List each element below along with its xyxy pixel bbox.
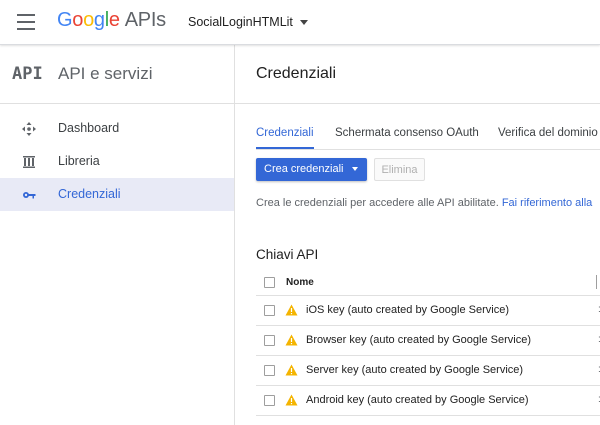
warning-icon [285,304,298,316]
create-credentials-label: Crea credenziali [264,163,344,175]
column-header-name: Nome [286,277,314,288]
sidebar-item-label: Credenziali [58,187,121,201]
logo-letter: o [72,9,84,31]
row-checkbox[interactable] [264,305,275,316]
description-text: Crea le credenziali per accedere alle AP… [256,197,499,209]
reference-link[interactable]: Fai riferimento alla [502,197,592,209]
logo-letter: g [93,9,105,31]
active-tab-indicator [256,147,314,149]
sidebar-item-label: Dashboard [58,121,120,135]
tab-oauth-consent[interactable]: Schermata consenso OAuth [335,127,479,139]
api-keys-table: Nome iOS key (auto created by Google Ser… [256,269,600,416]
google-apis-logo[interactable]: Google APIs [57,9,166,32]
warning-icon [285,334,298,346]
api-key-name[interactable]: Android key (auto created by Google Serv… [306,394,529,406]
delete-button[interactable]: Elimina [374,158,425,181]
select-all-checkbox[interactable] [264,277,275,288]
api-key-name[interactable]: Browser key (auto created by Google Serv… [306,334,531,346]
top-bar: Google APIs SocialLoginHTMLit [0,0,600,45]
logo-letter: e [108,9,120,31]
sidebar-item-library[interactable]: Libreria [0,145,234,178]
tab-credentials[interactable]: Credenziali [256,127,314,139]
api-key-name[interactable]: iOS key (auto created by Google Service) [306,304,509,316]
table-row[interactable]: Browser key (auto created by Google Serv… [256,326,600,356]
table-row[interactable]: iOS key (auto created by Google Service)… [256,296,600,326]
table-header-row: Nome [256,269,600,296]
page-header: Credenziali [235,45,600,104]
row-checkbox[interactable] [264,395,275,406]
row-checkbox[interactable] [264,365,275,376]
api-keys-section-title: Chiavi API [256,247,319,262]
page-title: Credenziali [256,65,337,82]
logo-suffix: APIs [124,9,166,31]
logo-letter: o [83,9,94,31]
sidebar-item-label: Libreria [58,154,100,168]
project-name: SocialLoginHTMLit [188,15,293,29]
table-row[interactable]: Server key (auto created by Google Servi… [256,356,600,386]
tab-bar: Credenziali Schermata consenso OAuth Ver… [256,123,600,150]
dropdown-arrow-icon [352,167,358,171]
dashboard-icon [22,122,36,136]
description: Crea le credenziali per accedere alle AP… [256,197,592,209]
sidebar-header: API API e servizi [0,45,234,104]
create-credentials-button[interactable]: Crea credenziali [256,158,367,181]
warning-icon [285,364,298,376]
caret-down-icon [299,20,308,26]
sidebar-item-dashboard[interactable]: Dashboard [0,112,234,145]
sidebar: API API e servizi Dashboard Libreria Cre… [0,45,235,425]
row-checkbox[interactable] [264,335,275,346]
column-divider [596,275,597,289]
hamburger-menu-icon[interactable] [17,14,39,30]
sidebar-title: API e servizi [58,64,153,83]
key-icon [23,192,36,199]
library-icon [23,156,35,168]
api-icon: API [12,64,43,84]
sidebar-item-credentials[interactable]: Credenziali [0,178,234,211]
api-key-name[interactable]: Server key (auto created by Google Servi… [306,364,523,376]
delete-label: Elimina [381,164,418,176]
tab-domain-verification[interactable]: Verifica del dominio [498,127,598,139]
logo-letter: G [57,9,73,31]
table-row[interactable]: Android key (auto created by Google Serv… [256,386,600,416]
main-content: Credenziali Credenziali Schermata consen… [235,45,600,425]
project-selector[interactable]: SocialLoginHTMLit [188,15,308,29]
warning-icon [285,394,298,406]
